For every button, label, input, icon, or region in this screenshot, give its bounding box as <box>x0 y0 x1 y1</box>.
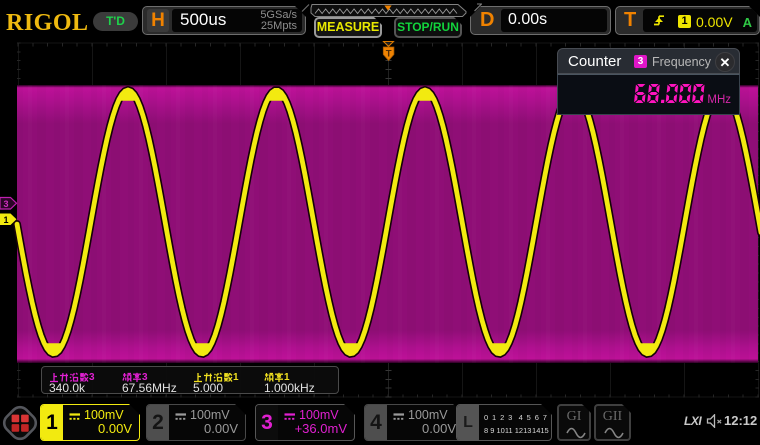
svg-text:1: 1 <box>3 215 8 225</box>
svg-text:3: 3 <box>3 199 8 209</box>
svg-text:T: T <box>386 49 392 60</box>
